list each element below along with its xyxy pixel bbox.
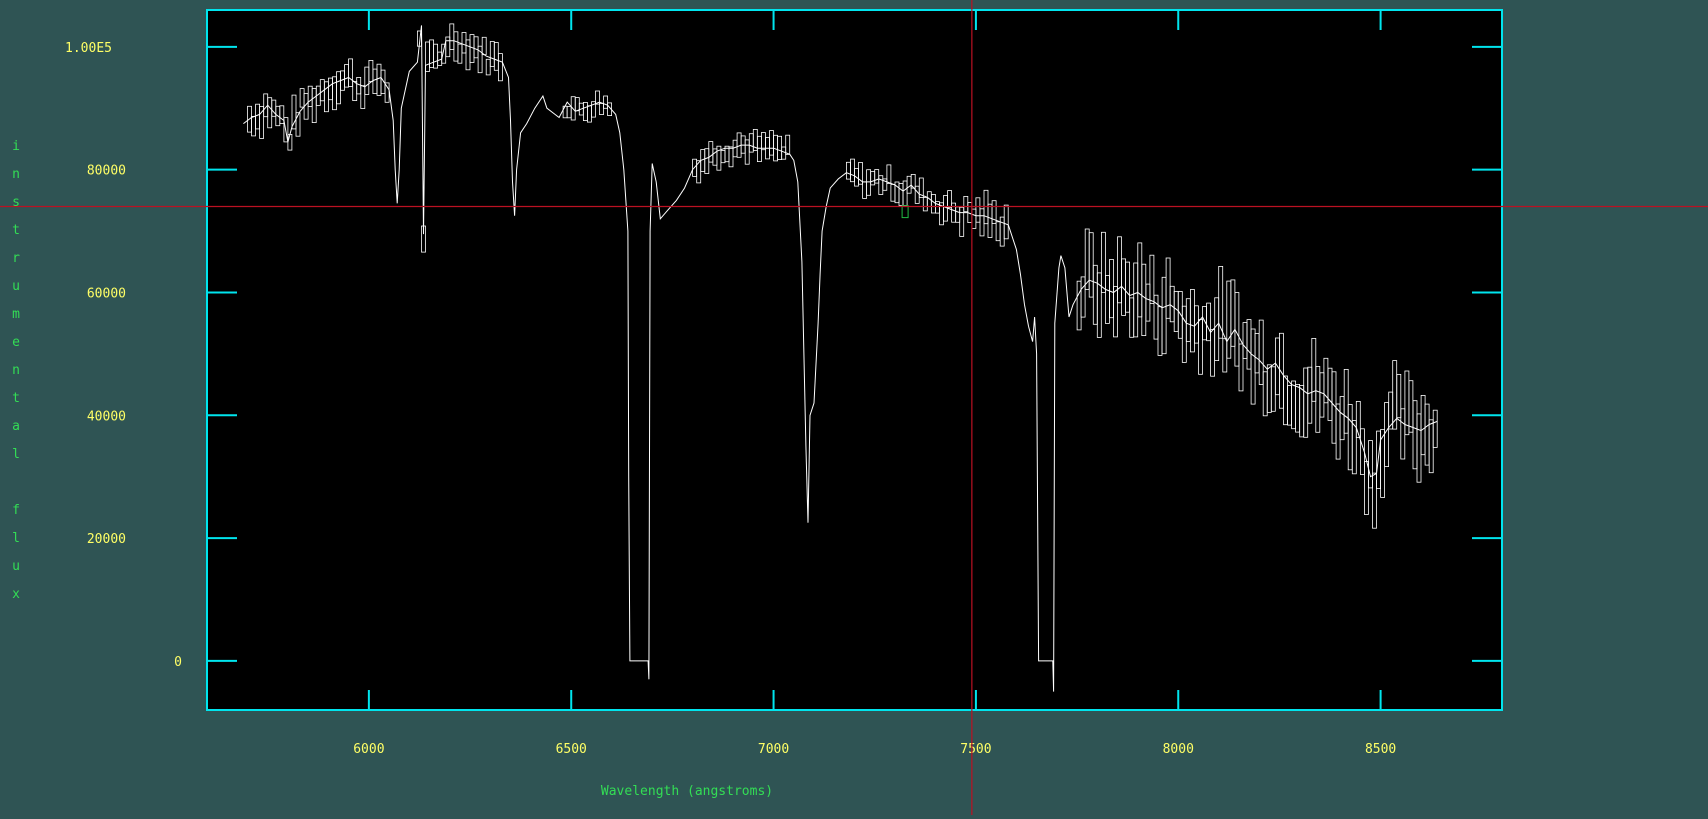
y-tick-label: 1.00E5 <box>65 41 112 56</box>
y-axis-title-char: m <box>12 307 20 322</box>
x-tick-label: 7500 <box>960 742 991 757</box>
y-axis-title-char: n <box>12 363 20 378</box>
y-axis-title-char: a <box>12 419 20 434</box>
x-tick-label: 6500 <box>556 742 587 757</box>
spectrum-plot[interactable]: 6000 6500 7000 7500 8000 8500 0 20000 40000 60000… <box>0 0 1708 815</box>
y-axis-title-char: x <box>12 587 20 602</box>
y-axis-title-char: s <box>12 195 20 210</box>
y-axis-title-char: i <box>12 139 20 154</box>
y-tick-label: 0 <box>174 655 182 670</box>
y-axis-title: instrumental flux <box>12 139 20 602</box>
y-axis-title-char: u <box>12 279 20 294</box>
y-axis-title-char: u <box>12 559 20 574</box>
y-axis-title-char: r <box>12 251 20 266</box>
y-axis-title-char: l <box>12 531 20 546</box>
y-tick-label: 60000 <box>87 286 126 301</box>
y-tick-label: 40000 <box>87 409 126 424</box>
y-axis-title-char: t <box>12 223 20 238</box>
y-tick-label: 20000 <box>87 532 126 547</box>
y-tick-label: 80000 <box>87 164 126 179</box>
y-axis-title-char: n <box>12 167 20 182</box>
y-axis-title-char: f <box>12 503 20 518</box>
y-axis-title-char: l <box>12 447 20 462</box>
x-tick-label: 6000 <box>353 742 384 757</box>
y-axis-title-char: t <box>12 391 20 406</box>
x-axis-title: Wavelength (angstroms) <box>601 784 773 799</box>
x-tick-label: 8000 <box>1163 742 1194 757</box>
x-tick-label: 8500 <box>1365 742 1396 757</box>
x-tick-label: 7000 <box>758 742 789 757</box>
spectrum-plot-window: 6000 6500 7000 7500 8000 8500 0 20000 40000 60000… <box>0 0 1708 815</box>
y-axis-title-char: e <box>12 335 20 350</box>
